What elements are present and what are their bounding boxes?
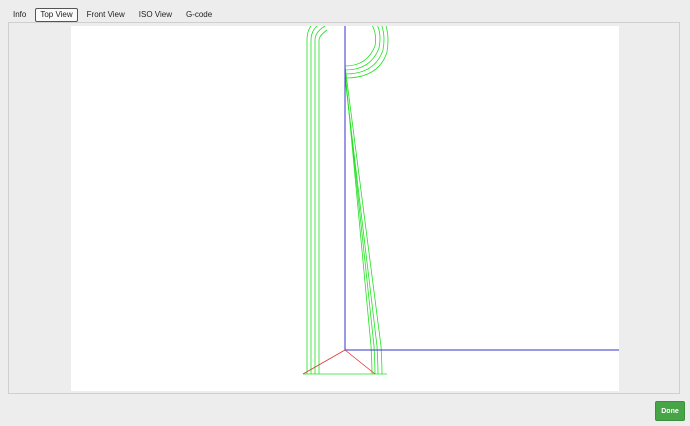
view-tabs: Info Top View Front View ISO View G-code xyxy=(8,8,217,22)
toolpath-arc-4 xyxy=(344,26,377,67)
toolpath-drawing xyxy=(302,26,619,375)
top-view-canvas[interactable] xyxy=(71,26,619,391)
tab-g-code[interactable]: G-code xyxy=(181,8,217,22)
done-button[interactable]: Done xyxy=(655,401,685,421)
tool-cone-marker xyxy=(302,349,376,375)
tool-cone-left-edge xyxy=(302,349,346,375)
tab-front-view[interactable]: Front View xyxy=(82,8,130,22)
toolpath-pass-left-2 xyxy=(310,26,318,374)
tab-top-view[interactable]: Top View xyxy=(35,8,78,22)
tab-iso-view[interactable]: ISO View xyxy=(134,8,177,22)
tab-info[interactable]: Info xyxy=(8,8,31,22)
toolpath-pass-left-4 xyxy=(318,29,328,374)
toolpath-diag-4 xyxy=(344,65,383,375)
tool-cone-right-edge xyxy=(344,349,376,375)
toolpath-arc-3 xyxy=(344,26,389,79)
toolpath-pass-left-3 xyxy=(314,26,326,374)
toolpath-preview-dialog: Info Top View Front View ISO View G-code xyxy=(0,0,690,426)
